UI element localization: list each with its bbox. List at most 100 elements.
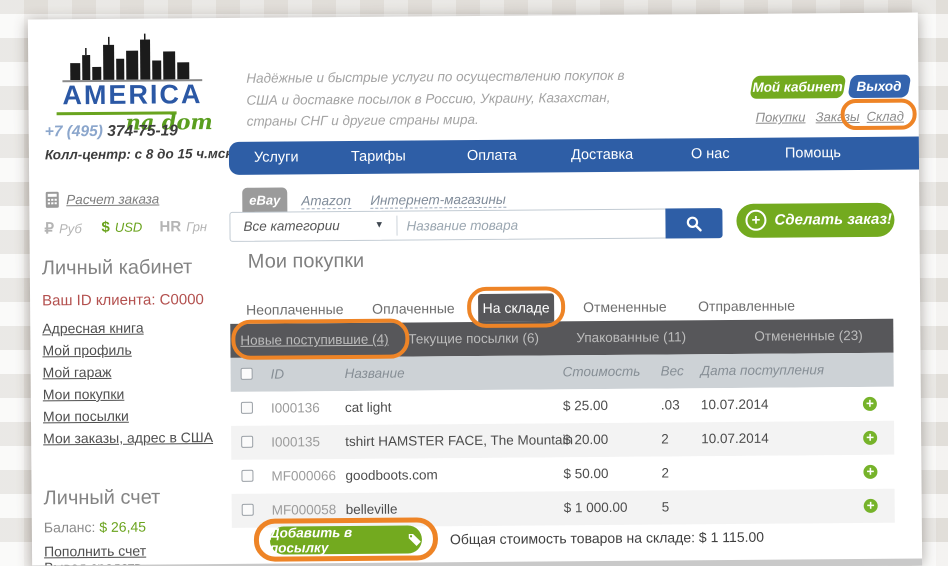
tagline: Надёжные и быстрые услуги по осуществлен… (246, 65, 638, 133)
sidebar-link-purchases[interactable]: Мои покупки (43, 385, 228, 402)
add-to-parcel-icon[interactable]: + (864, 499, 878, 513)
purchases-link[interactable]: Покупки (756, 109, 806, 124)
cell-weight: 2 (661, 431, 669, 446)
category-select-value: Все категории (243, 218, 339, 234)
make-order-label: Сделать заказ! (774, 211, 892, 229)
topup-link[interactable]: Пополнить счет (44, 543, 146, 560)
tab-internet-shops[interactable]: Интернет-магазины (370, 192, 506, 209)
tab-unpaid[interactable]: Неоплаченные (246, 301, 343, 318)
nav-about[interactable]: О нас (691, 146, 730, 162)
subtab-cancelled[interactable]: Отмененные (23) (754, 328, 862, 344)
add-to-parcel-icon[interactable]: + (863, 397, 877, 411)
highlight-oval-new-arrivals (231, 319, 409, 360)
add-to-parcel-icon[interactable]: + (863, 431, 877, 445)
cell-name: belleville (346, 502, 398, 517)
cell-cost: $ 50.00 (563, 466, 608, 481)
site-card: AMERICA na dom +7 (495) 374-75-19 Колл-ц… (28, 13, 922, 566)
currency-rub[interactable]: ₽ Руб (44, 219, 81, 238)
cell-cost: $ 1 000.00 (564, 500, 628, 516)
sidebar-link-profile[interactable]: Мой профиль (42, 341, 227, 358)
cell-cost: $ 20.00 (563, 432, 608, 447)
warehouse-total: Общая стоимость товаров на складе: $ 1 1… (450, 529, 764, 547)
tab-amazon[interactable]: Amazon (301, 193, 351, 209)
sidebar-link-orders-usa-address[interactable]: Мои заказы, адрес в США (43, 429, 228, 446)
col-name: Название (345, 366, 405, 381)
logo[interactable]: AMERICA na dom (46, 32, 219, 135)
phone-prefix: +7 (495) (45, 123, 103, 140)
plus-circle-icon: + (745, 210, 766, 231)
make-order-button[interactable]: + Сделать заказ! (736, 203, 894, 238)
currency-switcher: ₽ Руб $ USD HR Грн (41, 218, 226, 239)
cell-id: MF000066 (271, 468, 336, 484)
currency-grn-symbol: HR (159, 218, 181, 235)
cell-name: cat light (345, 400, 392, 415)
search-input[interactable] (406, 211, 662, 239)
currency-grn[interactable]: HR Грн (159, 218, 207, 236)
cell-weight: 5 (662, 499, 670, 514)
select-all-checkbox[interactable] (241, 368, 253, 380)
sidebar-link-parcels[interactable]: Мои посылки (43, 407, 228, 424)
cell-id: MF000058 (272, 502, 337, 518)
col-id: ID (271, 367, 285, 382)
highlight-oval-warehouse-tab (467, 286, 565, 328)
calculator-icon (45, 191, 59, 208)
table-row: I000136 cat light $ 25.00 .03 10.07.2014… (231, 387, 894, 426)
row-checkbox[interactable] (242, 504, 254, 516)
balance: Баланс: $ 26,45 (44, 519, 146, 536)
page-title: Мои покупки (248, 250, 365, 274)
add-to-parcel-icon[interactable]: + (863, 465, 877, 479)
table-row: I000135 tshirt HAMSTER FACE, The Mountai… (231, 421, 894, 460)
cell-name: goodboots.com (345, 467, 437, 483)
currency-usd-symbol: $ (101, 219, 109, 236)
currency-rub-symbol: ₽ (44, 220, 54, 237)
currency-usd-label: USD (115, 220, 143, 235)
row-checkbox[interactable] (241, 402, 253, 414)
nav-payment[interactable]: Оплата (467, 148, 517, 164)
my-cabinet-label: Мой кабинет (753, 79, 843, 95)
warehouse-total-label: Общая стоимость товаров на складе: (450, 529, 695, 547)
tab-ebay[interactable]: eBay (242, 187, 287, 212)
logout-label: Выход (857, 79, 902, 94)
currency-rub-label: Руб (59, 221, 82, 236)
city-skyline-icon (62, 32, 202, 83)
col-arrival-date: Дата поступления (701, 362, 825, 378)
search-button[interactable] (665, 208, 722, 238)
tab-sent[interactable]: Отправленные (698, 297, 795, 314)
logout-button[interactable]: Выход (847, 75, 911, 99)
cell-date: 10.07.2014 (701, 431, 769, 447)
main-nav: Услуги Тарифы Оплата Доставка О нас Помо… (229, 137, 919, 175)
warehouse-total-value: $ 1 115.00 (699, 529, 764, 546)
nav-help[interactable]: Помощь (785, 145, 841, 161)
sidebar-link-garage[interactable]: Мой гараж (43, 363, 228, 380)
col-weight: Вес (661, 363, 684, 378)
cell-cost: $ 25.00 (563, 398, 608, 413)
row-checkbox[interactable] (241, 470, 253, 482)
phone-number: +7 (495) 374-75-19 (45, 122, 178, 141)
cell-weight: 2 (661, 465, 669, 480)
sidebar-link-address-book[interactable]: Адресная книга (42, 319, 227, 336)
table-row: MF000066 goodboots.com $ 50.00 2 + (231, 455, 894, 494)
sidebar-menu: Адресная книга Мой профиль Мой гараж Мои… (42, 319, 228, 452)
cell-name: tshirt HAMSTER FACE, The Mountain (345, 432, 573, 449)
chevron-down-icon: ▾ (376, 218, 382, 231)
phone-digits: 374-75-19 (107, 122, 178, 140)
subtab-current-parcels[interactable]: Текущие посылки (6) (408, 330, 539, 346)
subtab-packed[interactable]: Упакованные (11) (576, 329, 686, 345)
tab-cancelled[interactable]: Отмененные (583, 298, 667, 315)
col-cost: Стоимость (563, 364, 641, 380)
balance-label: Баланс: (44, 519, 96, 535)
balance-value: $ 26,45 (99, 519, 146, 535)
cabinet-title: Личный кабинет (42, 256, 193, 280)
cell-id: I000135 (271, 434, 320, 449)
search-icon (685, 215, 702, 232)
nav-tariffs[interactable]: Тарифы (351, 149, 406, 165)
nav-delivery[interactable]: Доставка (571, 147, 633, 163)
personal-account-title: Личный счет (44, 486, 161, 510)
row-checkbox[interactable] (241, 436, 253, 448)
currency-usd[interactable]: $ USD (101, 219, 142, 237)
nav-services[interactable]: Услуги (254, 149, 299, 165)
tab-paid[interactable]: Оплаченные (372, 300, 455, 317)
currency-grn-label: Грн (186, 219, 207, 234)
my-cabinet-button[interactable]: Мой кабинет (749, 75, 846, 99)
order-calc-link[interactable]: Расчет заказа (66, 191, 159, 207)
